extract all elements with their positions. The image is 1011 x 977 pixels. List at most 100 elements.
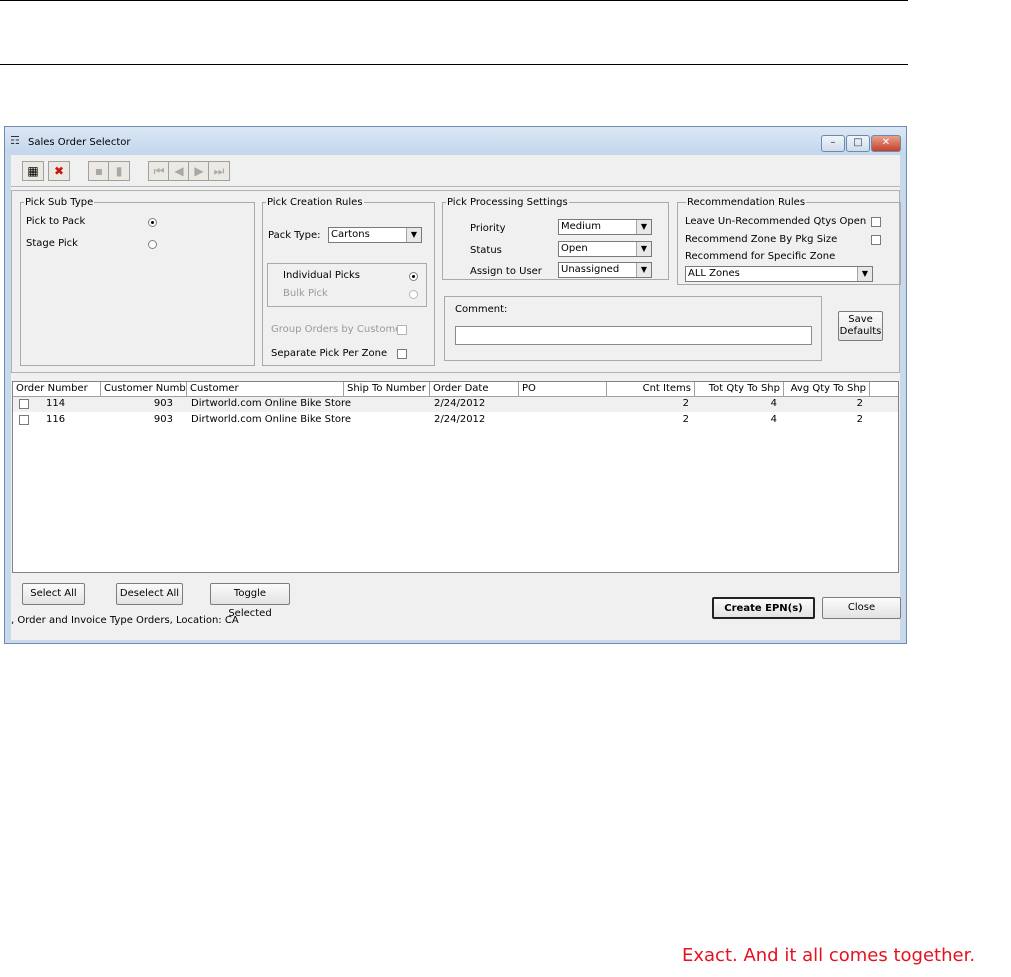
window-title: Sales Order Selector: [28, 137, 131, 148]
col-cnt-items[interactable]: Cnt Items: [607, 382, 695, 396]
tot-qty-cell: 4: [770, 398, 777, 409]
trash-icon[interactable]: ▮: [108, 161, 130, 181]
pick-creation-rules-group: Pick Creation Rules Pack Type: Cartons ▼…: [262, 197, 435, 366]
recommendation-rules-group: Recommendation Rules Leave Un-Recommende…: [677, 197, 901, 285]
select-all-button[interactable]: Select All: [22, 583, 85, 605]
col-customer-number[interactable]: Customer Number: [101, 382, 187, 396]
app-icon: ☶: [10, 134, 20, 147]
table-row[interactable]: 116 903 Dirtworld.com Online Bike Store …: [13, 413, 898, 428]
status-select[interactable]: Open ▼: [558, 241, 652, 257]
col-tot-qty[interactable]: Tot Qty To Shp: [695, 382, 784, 396]
row-checkbox[interactable]: [19, 415, 29, 425]
maximize-button[interactable]: □: [846, 135, 870, 152]
calendar-icon[interactable]: ▦: [22, 161, 44, 181]
deselect-all-button[interactable]: Deselect All: [116, 583, 183, 605]
pack-type-select[interactable]: Cartons ▼: [328, 227, 422, 243]
cnt-items-cell: 2: [682, 414, 689, 425]
col-customer[interactable]: Customer: [187, 382, 344, 396]
specific-zone-value: ALL Zones: [688, 268, 740, 279]
sales-order-selector-window: ☶ Sales Order Selector – □ ✕ ▦ ✖ ▪ ▮ ⏮ ◀…: [4, 126, 907, 644]
save-defaults-line2: Defaults: [839, 326, 882, 337]
recommendation-rules-legend: Recommendation Rules: [687, 197, 806, 208]
col-avg-qty[interactable]: Avg Qty To Shp: [784, 382, 870, 396]
tot-qty-cell: 4: [770, 414, 777, 425]
row-checkbox[interactable]: [19, 399, 29, 409]
title-bar[interactable]: ☶ Sales Order Selector – □ ✕: [5, 127, 906, 155]
minimize-button[interactable]: –: [821, 135, 845, 152]
save-disk-icon[interactable]: ▪: [88, 161, 110, 181]
first-record-icon[interactable]: ⏮: [148, 161, 170, 181]
col-order-number[interactable]: Order Number: [13, 382, 101, 396]
previous-record-icon[interactable]: ◀: [168, 161, 190, 181]
pick-processing-settings-legend: Pick Processing Settings: [447, 197, 568, 208]
customer-number-cell: 903: [153, 398, 173, 409]
save-defaults-line1: Save: [848, 314, 873, 325]
specific-zone-label: Recommend for Specific Zone: [685, 251, 836, 262]
order-number-cell: 116: [46, 414, 66, 425]
comment-input[interactable]: [455, 326, 812, 345]
pack-type-value: Cartons: [331, 229, 370, 240]
toggle-selected-button[interactable]: Toggle Selected: [210, 583, 290, 619]
close-window-button[interactable]: ✕: [871, 135, 901, 152]
grid-header: Order Number Customer Number Customer Sh…: [13, 382, 898, 397]
separate-pick-label: Separate Pick Per Zone: [271, 348, 388, 359]
col-order-date[interactable]: Order Date: [430, 382, 519, 396]
toolbar-divider: [11, 186, 900, 187]
individual-picks-label: Individual Picks: [283, 270, 360, 281]
last-record-icon[interactable]: ⏭: [208, 161, 230, 181]
status-label: Status: [470, 245, 502, 256]
pick-processing-settings-group: Pick Processing Settings Priority Medium…: [442, 197, 669, 280]
pack-type-label: Pack Type:: [268, 230, 321, 241]
stage-pick-radio[interactable]: [148, 240, 157, 249]
customer-number-cell: 903: [153, 414, 173, 425]
col-po[interactable]: PO: [519, 382, 607, 396]
delete-x-icon[interactable]: ✖: [48, 161, 70, 181]
assign-to-user-label: Assign to User: [470, 266, 542, 277]
window-client-area: ▦ ✖ ▪ ▮ ⏮ ◀ ▶ ⏭ Pick Sub Type Pick to Pa…: [11, 155, 901, 640]
col-ship-to-number[interactable]: Ship To Number: [344, 382, 430, 396]
group-orders-checkbox[interactable]: [397, 325, 407, 335]
pick-sub-type-legend: Pick Sub Type: [25, 197, 94, 208]
assign-to-user-value: Unassigned: [561, 264, 620, 275]
orders-grid[interactable]: Order Number Customer Number Customer Sh…: [12, 381, 899, 573]
pick-mode-box: Individual Picks Bulk Pick: [267, 263, 427, 307]
cnt-items-cell: 2: [682, 398, 689, 409]
status-text: , Order and Invoice Type Orders, Locatio…: [11, 615, 239, 626]
avg-qty-cell: 2: [856, 398, 863, 409]
pick-creation-rules-legend: Pick Creation Rules: [267, 197, 363, 208]
leave-open-checkbox[interactable]: [871, 217, 881, 227]
customer-cell: Dirtworld.com Online Bike Store: [191, 398, 352, 409]
assign-to-user-select[interactable]: Unassigned ▼: [558, 262, 652, 278]
zone-by-pkg-checkbox[interactable]: [871, 235, 881, 245]
bulk-pick-label: Bulk Pick: [283, 288, 328, 299]
top-rule: [0, 0, 908, 1]
priority-select[interactable]: Medium ▼: [558, 219, 652, 235]
stage-pick-label: Stage Pick: [26, 238, 78, 249]
order-number-cell: 114: [46, 398, 66, 409]
priority-label: Priority: [470, 223, 506, 234]
pick-sub-type-group: Pick Sub Type Pick to Pack Stage Pick: [20, 197, 255, 366]
pick-to-pack-radio[interactable]: [148, 218, 157, 227]
individual-picks-radio[interactable]: [409, 272, 418, 281]
save-defaults-button[interactable]: Save Defaults: [838, 311, 883, 341]
specific-zone-select[interactable]: ALL Zones ▼: [685, 266, 873, 282]
settings-panel: Pick Sub Type Pick to Pack Stage Pick Pi…: [11, 190, 901, 373]
avg-qty-cell: 2: [856, 414, 863, 425]
chevron-down-icon: ▼: [636, 220, 651, 234]
chevron-down-icon: ▼: [406, 228, 421, 242]
priority-value: Medium: [561, 221, 601, 232]
table-row[interactable]: 114 903 Dirtworld.com Online Bike Store …: [13, 397, 898, 412]
comment-box: Comment:: [444, 296, 822, 361]
pick-to-pack-label: Pick to Pack: [26, 216, 86, 227]
chevron-down-icon: ▼: [857, 267, 872, 281]
next-record-icon[interactable]: ▶: [188, 161, 210, 181]
separate-pick-checkbox[interactable]: [397, 349, 407, 359]
group-orders-label: Group Orders by Customer: [271, 324, 406, 335]
chevron-down-icon: ▼: [636, 242, 651, 256]
order-date-cell: 2/24/2012: [434, 414, 486, 425]
close-button[interactable]: Close: [822, 597, 901, 619]
order-date-cell: 2/24/2012: [434, 398, 486, 409]
create-epn-button[interactable]: Create EPN(s): [712, 597, 815, 619]
comment-label: Comment:: [455, 304, 508, 315]
bulk-pick-radio[interactable]: [409, 290, 418, 299]
